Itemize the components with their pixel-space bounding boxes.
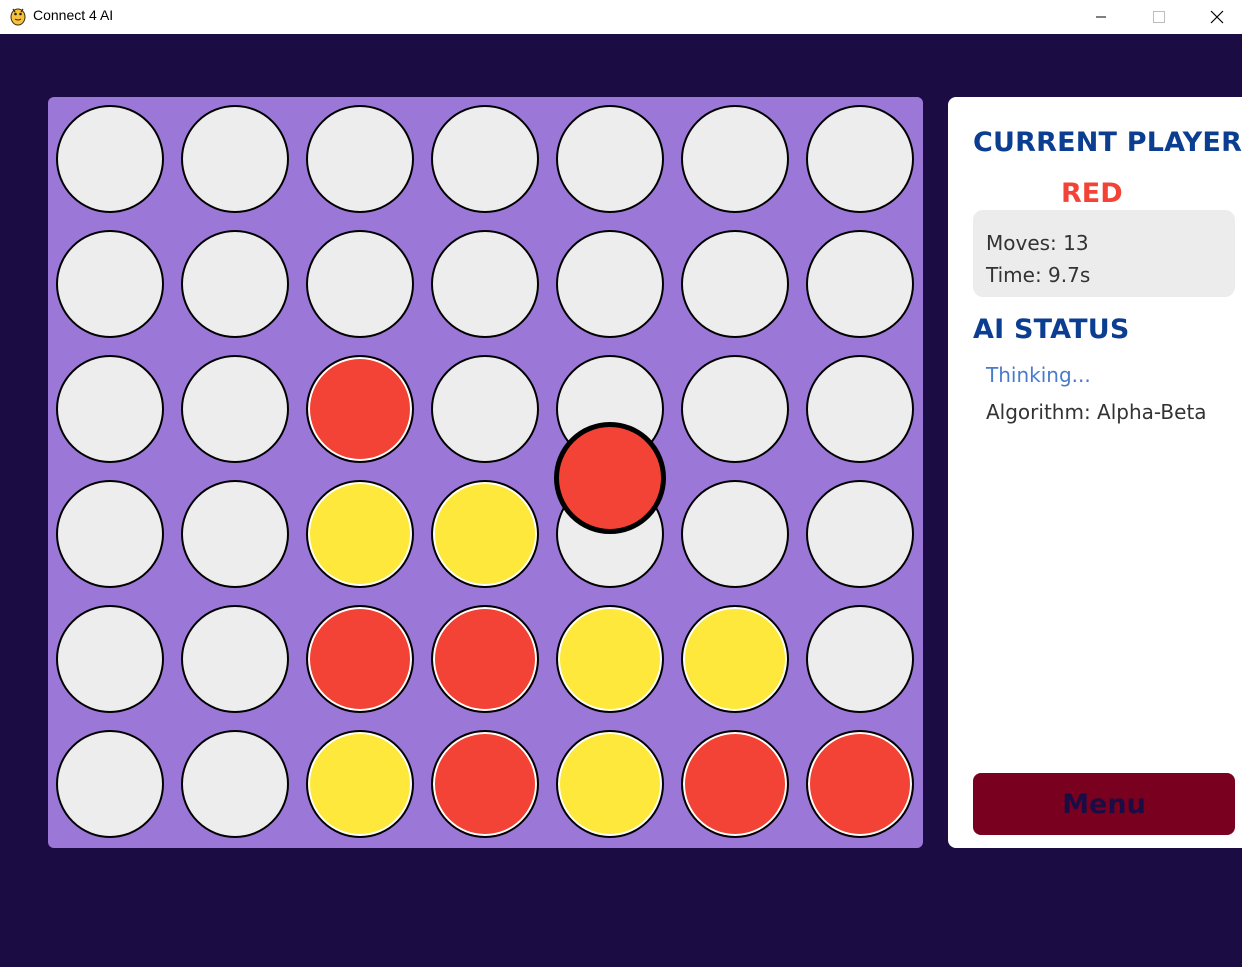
empty-slot[interactable] — [181, 105, 289, 213]
empty-slot[interactable] — [56, 105, 164, 213]
empty-slot[interactable] — [56, 230, 164, 338]
empty-slot[interactable] — [806, 355, 914, 463]
yellow-disc[interactable] — [306, 730, 414, 838]
empty-slot[interactable] — [681, 105, 789, 213]
ai-algorithm-text: Algorithm: Alpha-Beta — [986, 400, 1207, 424]
empty-slot[interactable] — [56, 480, 164, 588]
empty-slot[interactable] — [806, 605, 914, 713]
side-panel: CURRENT PLAYER RED Moves: 13 Time: 9.7s … — [948, 97, 1242, 848]
empty-slot[interactable] — [556, 230, 664, 338]
ai-state-text: Thinking... — [986, 363, 1091, 387]
moves-count: Moves: 13 — [986, 231, 1089, 255]
window-title: Connect 4 AI — [33, 7, 114, 23]
empty-slot[interactable] — [556, 105, 664, 213]
red-disc[interactable] — [681, 730, 789, 838]
maximize-button[interactable] — [1130, 0, 1188, 34]
red-disc[interactable] — [431, 605, 539, 713]
current-player-value: RED — [1061, 178, 1123, 209]
window-titlebar: Connect 4 AI — [0, 0, 1242, 34]
empty-slot[interactable] — [56, 355, 164, 463]
empty-slot[interactable] — [806, 105, 914, 213]
red-disc[interactable] — [431, 730, 539, 838]
empty-slot[interactable] — [306, 230, 414, 338]
empty-slot[interactable] — [181, 355, 289, 463]
stats-box: Moves: 13 Time: 9.7s — [973, 210, 1235, 297]
empty-slot[interactable] — [806, 480, 914, 588]
game-board[interactable] — [48, 97, 923, 848]
elapsed-time: Time: 9.7s — [986, 263, 1091, 287]
yellow-disc[interactable] — [306, 480, 414, 588]
yellow-disc[interactable] — [556, 730, 664, 838]
empty-slot[interactable] — [181, 480, 289, 588]
current-player-heading: CURRENT PLAYER — [973, 127, 1242, 158]
empty-slot[interactable] — [681, 355, 789, 463]
falling-red-disc — [554, 421, 666, 534]
empty-slot[interactable] — [431, 105, 539, 213]
empty-slot[interactable] — [306, 105, 414, 213]
red-disc[interactable] — [306, 355, 414, 463]
empty-slot[interactable] — [56, 730, 164, 838]
empty-slot[interactable] — [181, 230, 289, 338]
empty-slot[interactable] — [56, 605, 164, 713]
empty-slot[interactable] — [431, 355, 539, 463]
ai-status-heading: AI STATUS — [973, 314, 1130, 345]
empty-slot[interactable] — [181, 605, 289, 713]
python-icon — [9, 6, 27, 26]
yellow-disc[interactable] — [431, 480, 539, 588]
minimize-button[interactable] — [1072, 0, 1130, 34]
minimize-icon — [1096, 16, 1106, 18]
empty-slot[interactable] — [431, 230, 539, 338]
close-button[interactable] — [1188, 0, 1242, 34]
yellow-disc[interactable] — [556, 605, 664, 713]
close-icon — [1210, 10, 1224, 24]
empty-slot[interactable] — [681, 480, 789, 588]
maximize-icon — [1153, 11, 1165, 23]
empty-slot[interactable] — [806, 230, 914, 338]
yellow-disc[interactable] — [681, 605, 789, 713]
red-disc[interactable] — [806, 730, 914, 838]
empty-slot[interactable] — [681, 230, 789, 338]
empty-slot[interactable] — [181, 730, 289, 838]
red-disc[interactable] — [306, 605, 414, 713]
menu-button[interactable]: Menu — [973, 773, 1235, 835]
